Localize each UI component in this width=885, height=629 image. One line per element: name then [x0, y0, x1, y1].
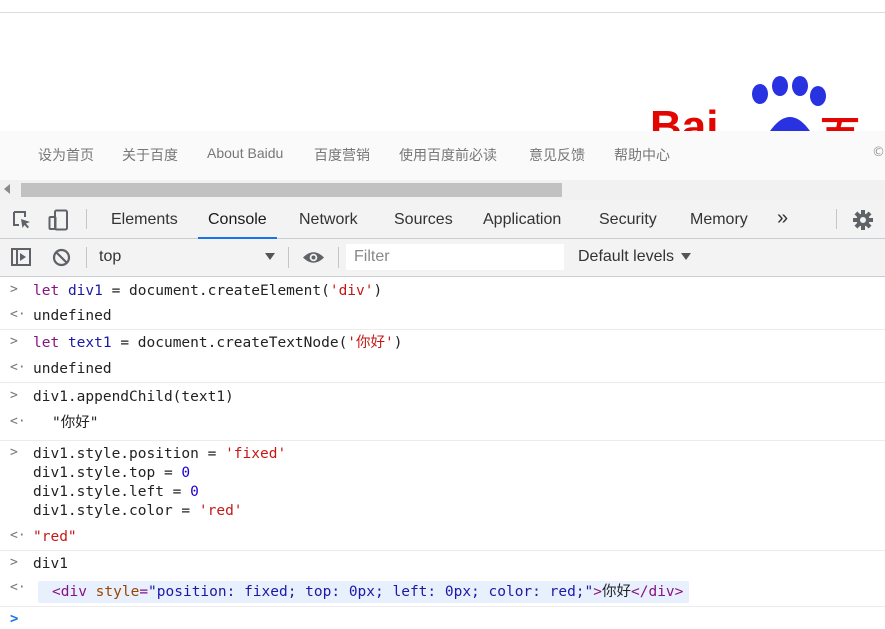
- tab-application[interactable]: Application: [483, 200, 561, 238]
- filter-input[interactable]: [346, 244, 564, 270]
- toolbar-separator: [836, 209, 837, 229]
- console-input: let text1 = document.createTextNode('你好'…: [33, 335, 403, 351]
- link-terms[interactable]: 使用百度前必读: [399, 145, 497, 165]
- console-result: undefined: [33, 308, 112, 324]
- link-help[interactable]: 帮助中心: [614, 145, 670, 165]
- output-return-icon: <·: [10, 414, 26, 429]
- link-feedback[interactable]: 意见反馈: [529, 145, 585, 165]
- input-chevron-icon: >: [10, 282, 18, 297]
- more-tabs-icon[interactable]: »: [777, 200, 788, 238]
- console-output[interactable]: > let div1 = document.createElement('div…: [0, 277, 885, 629]
- console-input: div1.appendChild(text1): [33, 389, 234, 405]
- scrollbar-thumb[interactable]: [21, 183, 562, 197]
- toolbar-separator: [86, 209, 87, 229]
- logo-text-du: 百度: [820, 104, 885, 134]
- prompt-chevron-icon: >: [10, 611, 19, 627]
- entry-divider: [0, 606, 885, 607]
- entry-divider: [0, 382, 885, 383]
- input-chevron-icon: >: [10, 445, 18, 460]
- tab-console[interactable]: Console: [198, 200, 277, 239]
- tab-network[interactable]: Network: [299, 200, 358, 238]
- toolbar-separator: [338, 247, 339, 268]
- entry-divider: [0, 550, 885, 551]
- clear-console-icon[interactable]: [52, 248, 71, 267]
- tab-sources[interactable]: Sources: [394, 200, 453, 238]
- console-input: let div1 = document.createElement('div'): [33, 283, 383, 299]
- link-about-baidu-cn[interactable]: 关于百度: [122, 145, 178, 165]
- live-expression-eye-icon[interactable]: [302, 250, 325, 265]
- input-chevron-icon: >: [10, 334, 18, 349]
- link-baidu-marketing[interactable]: 百度营销: [314, 145, 370, 165]
- chevron-down-icon[interactable]: [681, 253, 691, 260]
- show-sidebar-icon[interactable]: [11, 248, 31, 266]
- input-chevron-icon: >: [10, 555, 18, 570]
- output-return-icon: <·: [10, 360, 26, 375]
- entry-divider: [0, 329, 885, 330]
- logo-text-bai: Bai: [650, 102, 719, 134]
- settings-gear-icon[interactable]: [852, 209, 874, 231]
- devtools-tab-bar: Elements Console Network Sources Applica…: [0, 200, 885, 239]
- copyright-mark: ©: [872, 145, 885, 160]
- output-return-icon: <·: [10, 307, 26, 322]
- dom-element-result[interactable]: <div style="position: fixed; top: 0px; l…: [38, 581, 690, 603]
- tab-memory[interactable]: Memory: [690, 200, 748, 238]
- console-result: undefined: [33, 361, 112, 377]
- footer-links: 设为首页 关于百度 About Baidu 百度营销 使用百度前必读 意见反馈 …: [0, 131, 885, 180]
- horizontal-scrollbar[interactable]: [0, 180, 885, 200]
- output-return-icon: <·: [10, 528, 26, 543]
- context-selector[interactable]: top: [99, 248, 121, 266]
- scroll-left-arrow-icon[interactable]: [4, 184, 10, 194]
- input-chevron-icon: >: [10, 388, 18, 403]
- inspect-element-icon[interactable]: [12, 210, 32, 230]
- toolbar-separator: [288, 247, 289, 268]
- console-result: "你好": [52, 415, 99, 431]
- tab-security[interactable]: Security: [599, 200, 657, 238]
- console-toolbar: top Default levels: [0, 239, 885, 277]
- baidu-logo[interactable]: Bai 百度: [640, 72, 885, 134]
- chevron-down-icon[interactable]: [265, 253, 275, 260]
- page-divider: [0, 12, 885, 13]
- log-levels-dropdown[interactable]: Default levels: [578, 248, 674, 266]
- web-page-viewport: Bai 百度 设为首页 关于百度 About Baidu 百度营销 使用百度前必…: [0, 0, 885, 180]
- console-input: div1.style.position = 'fixed' div1.style…: [33, 446, 287, 519]
- toolbar-separator: [86, 247, 87, 268]
- console-input: div1: [33, 556, 68, 572]
- device-toolbar-icon[interactable]: [48, 209, 70, 231]
- tab-elements[interactable]: Elements: [111, 200, 178, 238]
- entry-divider: [0, 440, 885, 441]
- output-return-icon: <·: [10, 580, 26, 595]
- link-about-baidu[interactable]: About Baidu: [207, 145, 283, 161]
- console-result: "red": [33, 529, 77, 545]
- link-set-homepage[interactable]: 设为首页: [38, 145, 94, 165]
